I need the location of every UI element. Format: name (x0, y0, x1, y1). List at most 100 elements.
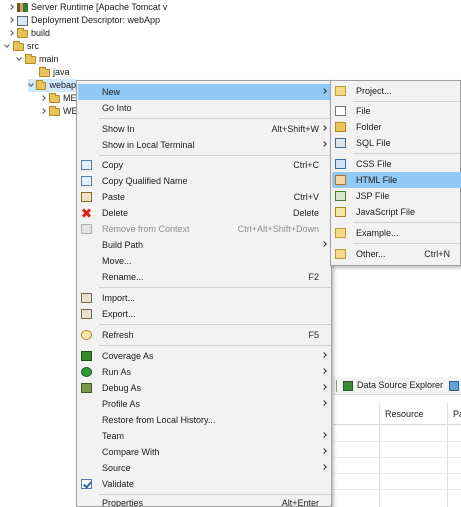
tree-item-src[interactable]: src (4, 40, 39, 53)
menu-item-import[interactable]: Import... (78, 290, 331, 306)
menu-separator (99, 118, 331, 119)
tree-item-label: java (53, 67, 70, 77)
css-file-icon (335, 159, 346, 169)
tree-item-web-inf[interactable]: WE (40, 105, 78, 118)
folder-icon (36, 79, 47, 90)
tree-item-webapp[interactable]: webap (28, 79, 76, 92)
menu-item-export[interactable]: Export... (78, 306, 331, 322)
menu-item-label: Properties (102, 498, 144, 507)
import-icon (81, 293, 92, 303)
tree-item-main[interactable]: main (16, 53, 59, 66)
submenu-item-label: CSS File (356, 159, 392, 169)
collapse-chevron-icon[interactable] (28, 79, 35, 92)
menu-item-profile-as[interactable]: Profile As (78, 396, 331, 412)
menu-item-label: Debug As (102, 383, 142, 393)
tree-item-build[interactable]: build (8, 27, 50, 40)
column-divider (447, 403, 448, 507)
menu-item-paste[interactable]: Paste Ctrl+V (78, 189, 331, 205)
menu-item-label: Remove from Context (102, 224, 190, 234)
menu-item-coverage-as[interactable]: Coverage As (78, 348, 331, 364)
collapse-chevron-icon[interactable] (4, 40, 12, 53)
menu-item-go-into[interactable]: Go Into (78, 100, 331, 116)
menu-item-refresh[interactable]: Refresh F5 (78, 327, 331, 343)
example-icon (335, 228, 346, 238)
submenu-item-shortcut: Ctrl+N (424, 249, 450, 259)
expand-chevron-icon[interactable] (8, 1, 16, 14)
menu-item-copy[interactable]: Copy Ctrl+C (78, 157, 331, 173)
validate-icon (81, 479, 92, 489)
tree-item-label: Server Runtime [Apache Tomcat v (31, 2, 168, 12)
submenu-item-jsp-file[interactable]: JSP File (332, 188, 461, 204)
tree-item-label: webap (49, 80, 76, 90)
expand-chevron-icon[interactable] (8, 27, 16, 40)
submenu-item-example[interactable]: Example... (332, 225, 461, 241)
menu-item-label: Export... (102, 309, 136, 319)
coverage-icon (81, 351, 92, 361)
collapse-chevron-icon[interactable] (16, 53, 24, 66)
expand-chevron-icon[interactable] (40, 92, 48, 105)
project-icon (335, 86, 346, 96)
submenu-item-label: Example... (356, 228, 399, 238)
submenu-item-css-file[interactable]: CSS File (332, 156, 461, 172)
menu-item-team[interactable]: Team (78, 428, 331, 444)
menu-item-shortcut: Ctrl+C (293, 160, 319, 170)
folder-icon (49, 92, 60, 103)
menu-item-copy-qualified-name[interactable]: Copy Qualified Name (78, 173, 331, 189)
tree-item-deployment-descriptor[interactable]: Deployment Descriptor: webApp (8, 14, 160, 27)
menu-separator (353, 101, 460, 102)
submenu-arrow-icon (321, 141, 327, 147)
javascript-file-icon (335, 207, 346, 217)
tree-item-meta-inf[interactable]: ME (40, 92, 77, 105)
menu-item-build-path[interactable]: Build Path (78, 237, 331, 253)
tree-item-server-runtime[interactable]: Server Runtime [Apache Tomcat v (8, 1, 167, 14)
submenu-item-javascript-file[interactable]: JavaScript File (332, 204, 461, 220)
server-runtime-icon (17, 3, 28, 12)
submenu-item-other[interactable]: Other... Ctrl+N (332, 246, 461, 262)
menu-item-restore-from-local-history[interactable]: Restore from Local History... (78, 412, 331, 428)
column-header-path[interactable]: Pa (453, 409, 461, 419)
expand-chevron-icon[interactable] (40, 105, 48, 118)
remove-context-icon (81, 224, 92, 234)
menu-item-shortcut: Ctrl+Alt+Shift+Down (237, 224, 319, 234)
view-tab-icon[interactable] (449, 381, 459, 391)
data-source-explorer-icon (343, 381, 353, 391)
expand-chevron-icon[interactable] (8, 14, 16, 27)
submenu-item-project[interactable]: Project... (332, 83, 461, 99)
menu-item-run-as[interactable]: Run As (78, 364, 331, 380)
menu-item-show-in-local-terminal[interactable]: Show in Local Terminal (78, 137, 331, 153)
submenu-item-label: JSP File (356, 191, 390, 201)
context-menu: New Go Into Show In Alt+Shift+W Show in … (76, 80, 332, 507)
menu-separator (353, 153, 460, 154)
menu-item-label: Move... (102, 256, 132, 266)
submenu-item-html-file[interactable]: HTML File (332, 172, 461, 188)
menu-item-move[interactable]: Move... (78, 253, 331, 269)
menu-item-delete[interactable]: Delete Delete (78, 205, 331, 221)
submenu-item-sql-file[interactable]: SQL File (332, 135, 461, 151)
submenu-arrow-icon (321, 125, 327, 131)
menu-item-validate[interactable]: Validate (78, 476, 331, 492)
menu-item-shortcut: Alt+Enter (281, 498, 319, 507)
export-icon (81, 309, 92, 319)
menu-item-label: Compare With (102, 447, 160, 457)
menu-item-source[interactable]: Source (78, 460, 331, 476)
menu-item-properties[interactable]: Properties Alt+Enter (78, 495, 331, 507)
menu-item-rename[interactable]: Rename... F2 (78, 269, 331, 285)
submenu-item-folder[interactable]: Folder (332, 119, 461, 135)
menu-item-label: Source (102, 463, 131, 473)
submenu-arrow-icon (321, 241, 327, 247)
column-header-resource[interactable]: Resource (385, 409, 424, 419)
menu-item-debug-as[interactable]: Debug As (78, 380, 331, 396)
menu-item-compare-with[interactable]: Compare With (78, 444, 331, 460)
menu-item-show-in[interactable]: Show In Alt+Shift+W (78, 121, 331, 137)
tree-item-label: ME (63, 93, 77, 103)
menu-item-label: Import... (102, 293, 136, 303)
submenu-item-label: Folder (356, 122, 382, 132)
data-source-explorer-tab[interactable]: Data Source Explorer (357, 380, 443, 390)
menu-separator (99, 345, 331, 346)
run-icon (81, 367, 92, 377)
submenu-item-file[interactable]: File (332, 103, 461, 119)
menu-item-shortcut: F2 (308, 272, 319, 282)
tree-item-java[interactable]: java (30, 66, 70, 79)
copy-qualified-name-icon (81, 176, 92, 186)
menu-item-new[interactable]: New (78, 84, 331, 100)
